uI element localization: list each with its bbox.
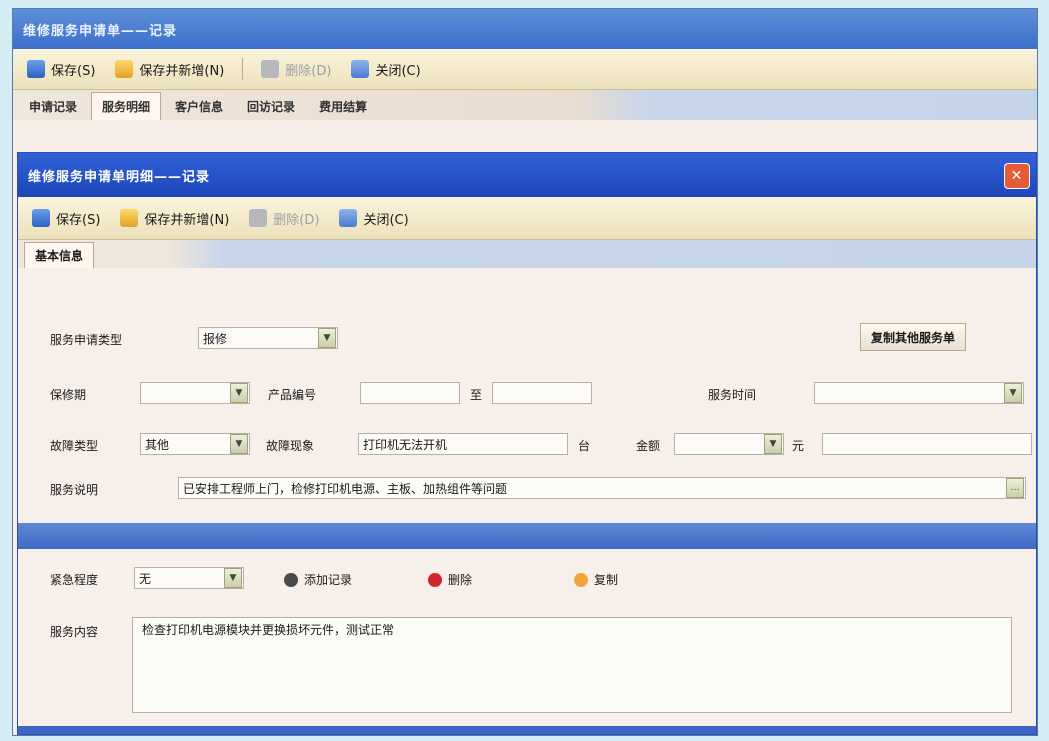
- notes-label: 服务内容: [50, 625, 99, 639]
- fault-desc-label: 故障现象: [266, 439, 315, 453]
- dialog-toolbar: 保存(S) 保存并新增(N) 删除(D) 关闭(C): [18, 197, 1036, 240]
- service-type-select[interactable]: 报修: [198, 327, 338, 349]
- add-icon: [284, 572, 298, 587]
- form-tabbar: 基本信息: [18, 240, 1036, 268]
- tab-fee-settlement[interactable]: 费用结算: [309, 93, 377, 120]
- section-splitter: [18, 523, 1036, 549]
- ellipsis-button-icon[interactable]: …: [1006, 478, 1024, 498]
- qty-label: 台: [578, 439, 591, 453]
- dialog-save-and-new-button[interactable]: 保存并新增(N): [114, 206, 235, 231]
- dialog-save-button[interactable]: 保存(S): [26, 206, 106, 231]
- tab-service-detail[interactable]: 服务明细: [91, 92, 162, 120]
- to-label: 至: [470, 388, 483, 402]
- chevron-down-icon[interactable]: ▼: [764, 434, 782, 454]
- main-tabbar: 申请记录 服务明细 客户信息 回访记录 费用结算: [13, 90, 1037, 120]
- window-titlebar: 维修服务申请单——记录: [13, 9, 1037, 49]
- main-toolbar: 保存(S) 保存并新增(N) 删除(D) 关闭(C): [13, 49, 1037, 90]
- delete-icon: [249, 209, 268, 227]
- close-door-icon: [351, 60, 370, 78]
- dialog-close-button[interactable]: ✕: [1004, 163, 1030, 189]
- remark-label: 服务说明: [50, 483, 99, 497]
- fault-type-label: 故障类型: [50, 439, 99, 453]
- calendar-dropdown-icon[interactable]: ▼: [1004, 383, 1022, 403]
- priority-label: 紧急程度: [50, 573, 99, 587]
- tab-apply-record[interactable]: 申请记录: [19, 93, 87, 120]
- fault-desc-field[interactable]: 打印机无法开机: [358, 433, 568, 455]
- bottom-border: [18, 726, 1036, 734]
- product-no-from-field[interactable]: [360, 382, 460, 404]
- product-no-to-field[interactable]: [492, 382, 592, 404]
- chevron-down-icon[interactable]: ▼: [224, 568, 242, 588]
- save-button[interactable]: 保存(S): [21, 57, 101, 82]
- save-icon: [32, 209, 50, 227]
- delete-record-button[interactable]: 删除: [428, 571, 472, 588]
- delete-icon: [261, 60, 280, 78]
- copy-icon: [574, 572, 588, 587]
- delete-icon: [428, 572, 442, 587]
- service-type-label: 服务申请类型: [50, 333, 123, 347]
- unit-label: 元: [792, 439, 805, 453]
- tab-visit-record[interactable]: 回访记录: [237, 93, 305, 120]
- close-door-icon: [339, 209, 358, 227]
- chevron-down-icon[interactable]: ▼: [318, 328, 336, 348]
- amount-label: 金额: [636, 439, 661, 453]
- tab-customer-info[interactable]: 客户信息: [165, 93, 233, 120]
- calendar-dropdown-icon[interactable]: ▼: [230, 383, 248, 403]
- detail-dialog: 维修服务申请单明细——记录 ✕ 保存(S) 保存并新增(N) 删除(D) 关闭(…: [17, 152, 1037, 735]
- warranty-label: 保修期: [50, 388, 87, 402]
- save-new-icon: [115, 60, 134, 78]
- notes-text: 检查打印机电源模块并更换损坏元件，测试正常: [142, 623, 395, 637]
- service-time-field[interactable]: [814, 382, 1024, 404]
- copy-other-service-button[interactable]: 复制其他服务单: [860, 323, 967, 351]
- dialog-title: 维修服务申请单明细——记录: [28, 169, 211, 185]
- delete-button[interactable]: 删除(D): [255, 57, 337, 82]
- tab-basic-info[interactable]: 基本信息: [24, 242, 95, 268]
- dialog-close-action-button[interactable]: 关闭(C): [333, 206, 414, 231]
- save-icon: [27, 60, 45, 78]
- close-button[interactable]: 关闭(C): [345, 57, 426, 82]
- unit-field[interactable]: [822, 433, 1032, 455]
- main-window: 维修服务申请单——记录 保存(S) 保存并新增(N) 删除(D) 关闭(C) 申…: [12, 8, 1038, 736]
- product-no-label: 产品编号: [268, 388, 317, 402]
- save-new-icon: [120, 209, 139, 227]
- toolbar-divider: [242, 58, 244, 80]
- add-record-button[interactable]: 添加记录: [284, 571, 352, 588]
- dialog-titlebar: 维修服务申请单明细——记录 ✕: [18, 153, 1036, 197]
- window-title: 维修服务申请单——记录: [23, 23, 178, 39]
- chevron-down-icon[interactable]: ▼: [230, 434, 248, 454]
- save-and-new-button[interactable]: 保存并新增(N): [109, 57, 230, 82]
- remark-field[interactable]: 已安排工程师上门，检修打印机电源、主板、加热组件等问题: [178, 477, 1026, 499]
- dialog-delete-button[interactable]: 删除(D): [243, 206, 325, 231]
- service-time-label: 服务时间: [708, 388, 757, 402]
- copy-record-button[interactable]: 复制: [574, 571, 618, 588]
